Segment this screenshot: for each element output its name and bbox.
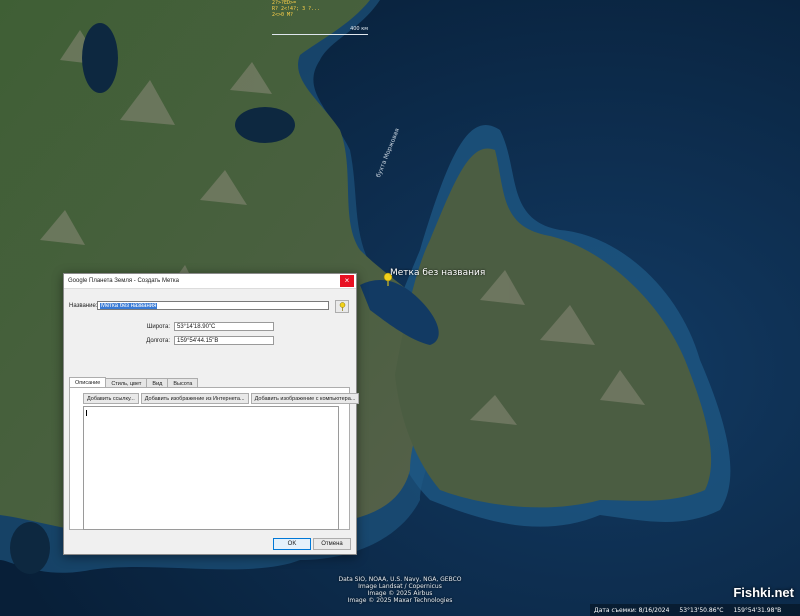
description-textarea[interactable] [83,406,339,530]
dialog-titlebar[interactable]: Google Планета Земля - Создать Метка × [64,274,356,289]
dialog-title: Google Планета Земля - Создать Метка [68,278,179,284]
cursor-longitude: 159°54'31.98"В [733,606,782,614]
credit-line: Image © 2025 Airbus [367,590,433,597]
name-row: Название: Метка без названия [69,301,329,310]
pushpin-icon [339,302,345,311]
latitude-field[interactable]: 53°14'18.90"С [174,322,274,331]
placemark-label[interactable]: Метка без названия [390,268,485,278]
cursor-latitude: 53°13'50.86"С [679,606,724,614]
pin-style-button[interactable] [335,300,349,313]
scale-bar: 400 км [272,26,368,35]
add-local-image-button[interactable]: Добавить изображение с компьютера... [250,393,360,404]
add-web-image-button[interactable]: Добавить изображение из Интернета... [140,393,249,404]
cancel-button[interactable]: Отмена [313,538,351,550]
longitude-field[interactable]: 159°54'44.15"В [174,336,274,345]
description-panel: Добавить ссылку... Добавить изображение … [69,387,360,530]
ok-button[interactable]: OK [273,538,311,550]
imagery-date: Дата съемки: 8/16/2024 [594,606,670,614]
latitude-label: Широта: [146,323,170,330]
name-input[interactable]: Метка без названия [97,301,329,310]
hud-line: 2<>0 M? [272,12,294,18]
credit-line: Data SIO, NOAA, U.S. Navy, NGA, GEBCO [338,576,462,583]
latitude-row: Широта: 53°14'18.90"С [138,322,274,331]
watermark-logo: Fishki.net [733,585,794,600]
longitude-row: Долгота: 159°54'44.15"В [138,336,274,345]
hud-overlay: 2?>?ED>= R? 2<!4?; 3 ?... 2<>0 M? [272,0,370,24]
credit-line: Image © 2025 Maxar Technologies [347,597,453,604]
longitude-label: Долгота: [146,337,170,344]
create-placemark-dialog: Google Планета Земля - Создать Метка × Н… [63,273,360,555]
add-link-button[interactable]: Добавить ссылку... [83,393,139,404]
close-icon[interactable]: × [340,275,354,287]
imagery-credits: Data SIO, NOAA, U.S. Navy, NGA, GEBCO Im… [320,576,480,604]
credit-line: Image Landsat / Copernicus [358,583,442,590]
name-value[interactable]: Метка без названия [100,302,158,309]
name-label: Название: [69,302,98,309]
description-toolbar: Добавить ссылку... Добавить изображение … [83,393,360,404]
text-caret [86,410,87,416]
status-bar: Дата съемки: 8/16/2024 53°13'50.86"С 159… [590,604,800,616]
